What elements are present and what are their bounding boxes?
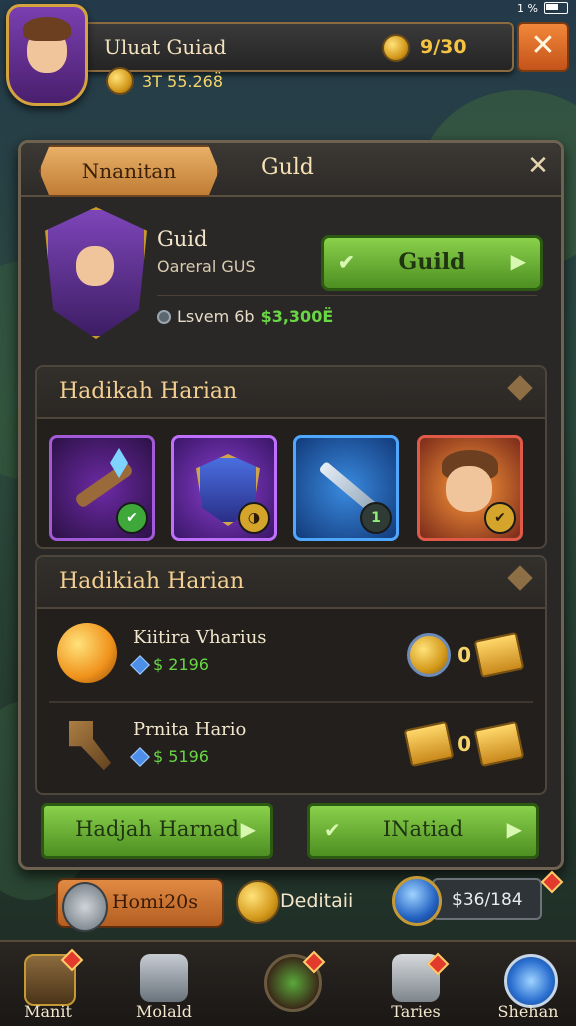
nav-item-shehan[interactable]: Shehan [480,950,576,1024]
gold-bar-icon [473,631,525,679]
nav-label: Taries [391,1002,441,1021]
item-name: Kiitira Vharius [133,627,267,648]
section-arrow-icon[interactable] [507,565,533,591]
cost-value: 0 [457,732,471,756]
battery-icon [544,2,568,14]
guild-stat: Lsvem 6b $3,300Ë [157,307,333,326]
status-bar: 1 % [517,0,568,16]
hadjah-harnad-button[interactable]: Hadjah Harnad ▶ [41,803,273,859]
guild-button[interactable]: ✔ Guild ▶ [321,235,543,291]
anvil-icon [140,954,188,1002]
gear-icon [504,954,558,1008]
chevron-right-icon: ▶ [506,817,522,841]
reward-shield[interactable]: ◑ [171,435,277,541]
currency-box[interactable]: $36/184 [432,878,542,920]
chevron-right-icon: ▶ [240,817,256,841]
item-name: Prnita Hario [133,719,247,740]
guild-emblem-icon [45,207,147,339]
coin-icon [407,633,452,677]
top-header-bar: Uluat Guiad 9/30 [70,22,514,72]
hammer-icon [69,721,111,771]
nav-item-taries[interactable]: Taries [368,950,464,1024]
gold-bar-icon [403,720,455,768]
item-price-value: $ 2196 [153,655,209,674]
currency-row: Homi20s Deditaii $36/184 [36,870,564,932]
notification-dot-icon [540,870,564,894]
shop-section: Hadikiah Harian Kiitira Vharius $ 2196 0… [35,555,547,795]
guild-name: Guid [157,227,208,251]
coin-icon [382,34,410,62]
guild-subtitle: Oareral GUS [157,257,256,276]
emblem-face [76,246,114,286]
gold-coin-icon [106,67,134,95]
inatiad-button[interactable]: ✔ INatiad ▶ [307,803,539,859]
hammer-coin-icon [62,882,108,932]
divider [157,295,537,296]
section-header: Hadikah Harian [37,367,545,419]
guild-stat-label: Lsvem 6b [177,307,255,326]
coin-icon [236,880,280,924]
button-label: INatiad [382,817,464,841]
item-price: $ 2196 [130,654,209,675]
section-header: Hadikiah Harian [37,557,545,609]
status-text: 1 % [517,1,538,15]
currency-coin-label: Deditaii [280,890,354,912]
reward-badge: 1 [360,502,392,534]
daily-rewards-section: Hadikah Harian ✔ ◑ 1 ✔ [35,365,547,549]
nav-label: Manit [24,1002,72,1021]
currency-pill-button[interactable]: Homi20s [56,878,224,932]
section-title: Hadikah Harian [59,379,238,404]
player-avatar[interactable] [6,4,88,106]
header-counter: 9/30 [420,36,467,58]
panel-close-button[interactable]: ✕ [523,151,553,181]
header-title: Uluat Guiad [104,35,227,59]
nav-label: Molald [135,1002,193,1021]
stat-dot-icon [157,309,171,324]
hero-face [446,466,492,512]
chevron-right-icon: ▶ [510,249,526,273]
guild-button-label: Guild [398,249,466,275]
nav-item-manit[interactable]: Manit [0,948,96,1024]
blue-orb-icon [392,876,442,926]
reward-badge: ✔ [116,502,148,534]
section-title: Hadikiah Harian [59,569,245,594]
nav-label: Shehan [497,1002,559,1021]
section-arrow-icon[interactable] [507,375,533,401]
currency-box-value: $36/184 [452,890,523,910]
gold-bar-icon [473,720,525,768]
item-price-value: $ 5196 [153,747,209,766]
nav-item-molald[interactable]: Molald [116,950,212,1024]
item-cost: 0 [407,631,525,679]
item-cost: 0 [403,720,525,768]
shop-item[interactable]: Prnita Hario $ 5196 0 [49,701,533,791]
close-button[interactable]: ✕ [517,22,569,72]
gem-icon [130,746,150,767]
item-price: $ 5196 [130,746,209,767]
reward-badge: ✔ [484,502,516,534]
panel-header: Nnanitan Guld ✕ [21,143,561,197]
gold-balance: 3T 55.268̈ [106,66,256,96]
guild-panel: Nnanitan Guld ✕ Guid Oareral GUS ✔ Guild… [18,140,564,870]
reward-sword[interactable]: 1 [293,435,399,541]
reward-badge: ◑ [238,502,270,534]
orb-icon [57,623,117,683]
reward-staff[interactable]: ✔ [49,435,155,541]
bottom-nav: Manit Molald Taries Shehan [0,940,576,1026]
avatar-hair [23,17,71,41]
reward-hero[interactable]: ✔ [417,435,523,541]
shop-item[interactable]: Kiitira Vharius $ 2196 0 [49,609,533,699]
cost-value: 0 [457,643,471,667]
panel-title: Guld [261,155,314,180]
gem-icon [130,654,150,675]
guild-stat-value: $3,300Ë [260,307,334,326]
nav-item-center[interactable] [240,950,336,1024]
staff-icon [73,460,135,510]
tab-nnanitan[interactable]: Nnanitan [39,145,219,197]
button-label: Hadjah Harnad [75,817,239,841]
gold-value: 3T 55.268̈ [142,71,224,91]
